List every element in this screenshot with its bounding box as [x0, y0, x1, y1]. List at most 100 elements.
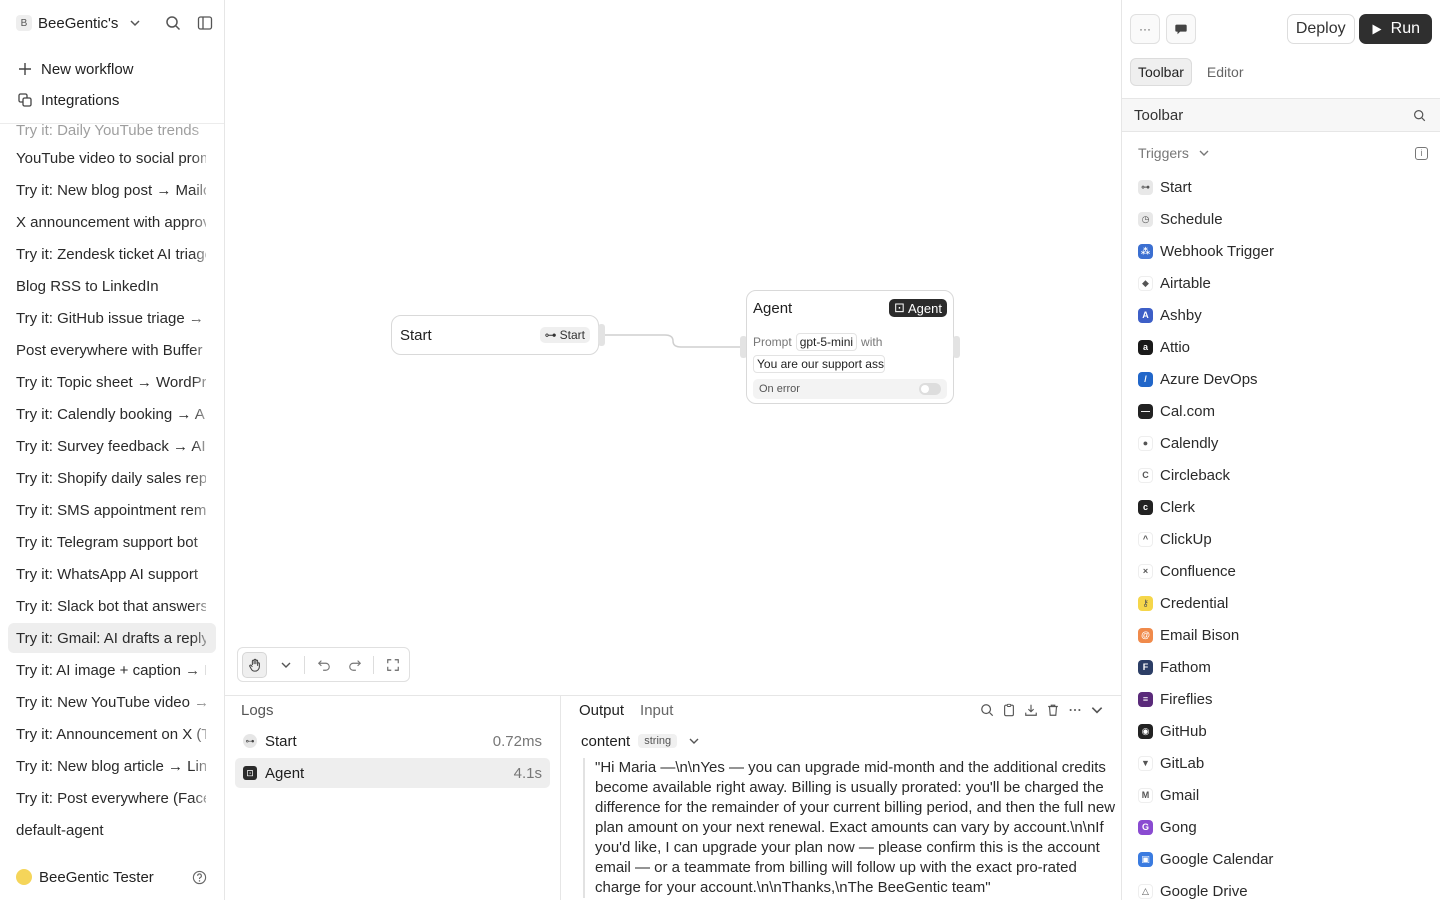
- workflow-item-label: Try it: GitHub issue triage → Slack: [16, 309, 206, 327]
- workflow-item[interactable]: Try it: Slack bot that answers: [8, 591, 216, 621]
- workflow-item[interactable]: Try it: Post everywhere (Facebook): [8, 783, 216, 813]
- block-item[interactable]: ▼ GitLab: [1138, 748, 1204, 778]
- more-options-button[interactable]: ···: [1130, 14, 1160, 44]
- search-icon[interactable]: [1410, 106, 1428, 124]
- toolbar-header-title: Toolbar: [1134, 106, 1184, 124]
- block-icon: △: [1138, 883, 1153, 899]
- help-icon[interactable]: [190, 868, 208, 886]
- sidebar-toggle-icon[interactable]: [196, 14, 214, 32]
- redo-icon[interactable]: [342, 652, 367, 678]
- block-item[interactable]: G Gong: [1138, 812, 1197, 842]
- block-item[interactable]: ⊶ Start: [1138, 172, 1192, 202]
- workflow-canvas[interactable]: Start ⊶ Start Agent ⊡ Agent Prompt gpt-5…: [225, 0, 1121, 695]
- block-item[interactable]: C Circleback: [1138, 460, 1230, 490]
- block-item[interactable]: A Ashby: [1138, 300, 1202, 330]
- workflow-item[interactable]: Try it: Survey feedback → AI summary: [8, 431, 216, 461]
- block-item[interactable]: ⚷ Credential: [1138, 588, 1228, 618]
- deploy-button[interactable]: Deploy: [1286, 14, 1355, 44]
- workflow-item[interactable]: Try it: Shopify daily sales report: [8, 463, 216, 493]
- block-item[interactable]: ◉ GitHub: [1138, 716, 1207, 746]
- tab-toolbar[interactable]: Toolbar: [1130, 58, 1192, 86]
- output-content: "Hi Maria —\n\nYes — you can upgrade mid…: [583, 758, 1121, 898]
- triggers-section-header[interactable]: Triggers i: [1138, 143, 1428, 163]
- chevron-down-icon[interactable]: [685, 732, 703, 750]
- trash-icon[interactable]: [1045, 702, 1061, 718]
- block-item[interactable]: ≡ Fireflies: [1138, 684, 1213, 714]
- workflow-item[interactable]: Try it: SMS appointment reminder: [8, 495, 216, 525]
- workflow-item[interactable]: Try it: Announcement on X (Twitter): [8, 719, 216, 749]
- download-icon[interactable]: [1023, 702, 1039, 718]
- workflow-item[interactable]: Try it: Daily YouTube trends: [8, 124, 216, 145]
- workflow-item[interactable]: Try it: Gmail: AI drafts a reply: [8, 623, 216, 653]
- block-item[interactable]: ● Calendly: [1138, 428, 1218, 458]
- on-error-toggle[interactable]: [919, 383, 941, 395]
- workspace-name[interactable]: BeeGentic's: [38, 15, 118, 32]
- user-profile[interactable]: BeeGentic Tester: [16, 864, 208, 890]
- start-node[interactable]: Start ⊶ Start: [391, 315, 599, 355]
- block-item[interactable]: — Cal.com: [1138, 396, 1215, 426]
- tab-editor[interactable]: Editor: [1200, 58, 1251, 86]
- block-item[interactable]: ^ ClickUp: [1138, 524, 1212, 554]
- tab-input[interactable]: Input: [640, 702, 673, 719]
- workflow-item[interactable]: X announcement with approval: [8, 207, 216, 237]
- start-log-icon: ⊶: [243, 734, 257, 748]
- info-icon[interactable]: i: [1415, 146, 1428, 160]
- block-item[interactable]: c Clerk: [1138, 492, 1195, 522]
- new-workflow-button[interactable]: New workflow: [16, 55, 134, 83]
- copy-icon[interactable]: [1001, 702, 1017, 718]
- block-item[interactable]: M Gmail: [1138, 780, 1199, 810]
- block-label: Ashby: [1160, 306, 1202, 324]
- log-row-start[interactable]: ⊶ Start 0.72ms: [235, 726, 550, 756]
- new-workflow-label: New workflow: [41, 60, 134, 78]
- workflow-item-label: Try it: New blog article → LinkedIn: [16, 757, 206, 775]
- search-icon[interactable]: [979, 702, 995, 718]
- start-node-output-handle[interactable]: [598, 324, 605, 346]
- workflow-item[interactable]: Try it: New blog article → LinkedIn: [8, 751, 216, 781]
- block-item[interactable]: F Fathom: [1138, 652, 1211, 682]
- block-item[interactable]: △ Google Drive: [1138, 876, 1248, 900]
- more-icon[interactable]: [1067, 702, 1083, 718]
- undo-icon[interactable]: [311, 652, 336, 678]
- log-row-agent[interactable]: ⊡ Agent 4.1s: [235, 758, 550, 788]
- workflow-item[interactable]: Post everywhere with Buffer: [8, 335, 216, 365]
- block-item[interactable]: × Confluence: [1138, 556, 1236, 586]
- agent-node[interactable]: Agent ⊡ Agent Prompt gpt-5-mini with You…: [746, 290, 954, 404]
- workflow-item[interactable]: YouTube video to social promo: [8, 143, 216, 173]
- tab-output[interactable]: Output: [579, 702, 624, 719]
- agent-node-output-handle[interactable]: [953, 336, 960, 358]
- workflow-item[interactable]: Try it: New YouTube video → X: [8, 687, 216, 717]
- workflow-item[interactable]: Blog RSS to LinkedIn: [8, 271, 216, 301]
- run-button[interactable]: Run: [1358, 14, 1432, 44]
- tool-dropdown-chevron-icon[interactable]: [273, 652, 298, 678]
- workflow-item[interactable]: Try it: Telegram support bot: [8, 527, 216, 557]
- agent-node-title: Agent: [753, 299, 793, 317]
- workflow-item[interactable]: Try it: Topic sheet → WordPress: [8, 367, 216, 397]
- block-label: Fireflies: [1160, 690, 1213, 708]
- workflow-item[interactable]: Try it: Calendly booking → AI: [8, 399, 216, 429]
- output-field-row[interactable]: content string: [581, 732, 703, 750]
- workflow-item[interactable]: Try it: Zendesk ticket AI triage: [8, 239, 216, 269]
- block-item[interactable]: ◷ Schedule: [1138, 204, 1223, 234]
- hand-tool-button[interactable]: [242, 651, 268, 678]
- block-icon: ▼: [1138, 755, 1153, 771]
- block-item[interactable]: ▣ Google Calendar: [1138, 844, 1273, 874]
- workflow-item-label: X announcement with approval: [16, 213, 206, 231]
- plus-icon: [16, 60, 34, 78]
- block-item[interactable]: ◆ Airtable: [1138, 268, 1211, 298]
- workflow-item[interactable]: Try it: New blog post → Mailchimp: [8, 175, 216, 205]
- chevron-down-icon[interactable]: [126, 14, 144, 32]
- workflow-item[interactable]: Try it: GitHub issue triage → Slack: [8, 303, 216, 333]
- workflow-item[interactable]: default-agent: [8, 815, 216, 845]
- block-item[interactable]: @ Email Bison: [1138, 620, 1239, 650]
- fit-view-icon[interactable]: [380, 652, 405, 678]
- search-icon[interactable]: [164, 14, 182, 32]
- block-item[interactable]: ⁂ Webhook Trigger: [1138, 236, 1274, 266]
- block-icon: ◆: [1138, 275, 1153, 291]
- integrations-button[interactable]: Integrations: [16, 86, 119, 114]
- block-item[interactable]: a Attio: [1138, 332, 1190, 362]
- block-item[interactable]: / Azure DevOps: [1138, 364, 1258, 394]
- chat-icon[interactable]: [1166, 14, 1196, 44]
- workflow-item[interactable]: Try it: AI image + caption → Instagram: [8, 655, 216, 685]
- workflow-item[interactable]: Try it: WhatsApp AI support: [8, 559, 216, 589]
- collapse-chevron-icon[interactable]: [1089, 702, 1105, 718]
